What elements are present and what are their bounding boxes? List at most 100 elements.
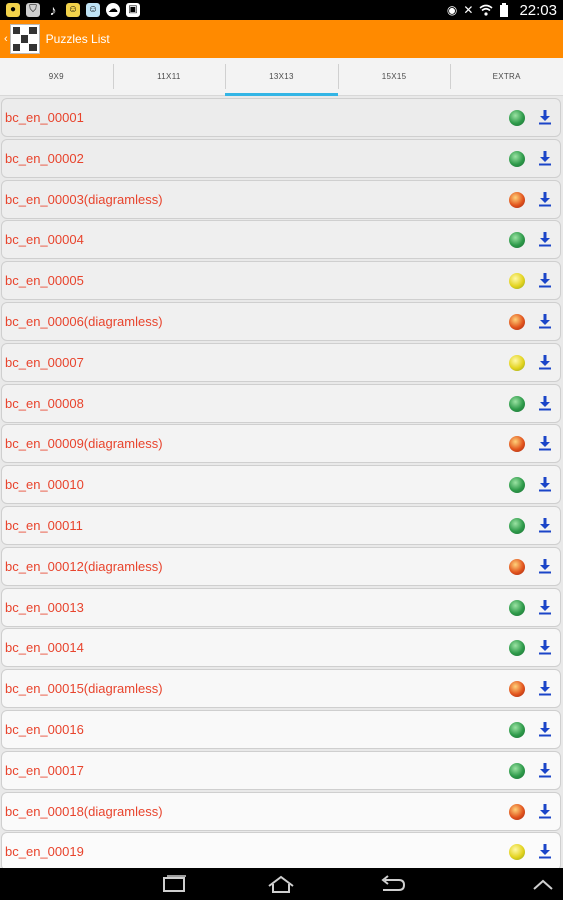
app-logo-icon[interactable] — [9, 24, 40, 54]
puzzle-name: bc_en_00007 — [5, 354, 84, 370]
download-icon[interactable] — [538, 109, 552, 125]
puzzle-name: bc_en_00015(diagramless) — [5, 681, 163, 697]
tab-label: EXTRA — [492, 72, 521, 81]
list-item[interactable]: bc_en_00008 — [1, 383, 561, 423]
status-bar: ● ⛉ ♪ ☺ ☺ ☁ ▣ ◉ ✕ 22:03 — [0, 0, 563, 20]
status-red-icon — [509, 314, 525, 330]
puzzle-name: bc_en_00008 — [5, 395, 84, 411]
list-item[interactable]: bc_en_00010 — [1, 465, 561, 505]
puzzle-name: bc_en_00010 — [5, 477, 84, 493]
download-icon[interactable] — [538, 476, 552, 492]
tab-label: 11X11 — [157, 72, 181, 81]
tab-extra[interactable]: EXTRA — [450, 58, 563, 95]
face-icon: ☺ — [66, 3, 80, 17]
list-item[interactable]: bc_en_00003(diagramless) — [1, 179, 561, 219]
download-icon[interactable] — [538, 395, 552, 411]
status-red-icon — [509, 803, 525, 820]
status-green-icon — [509, 110, 525, 126]
tab-label: 15X15 — [381, 72, 407, 81]
download-icon[interactable] — [538, 843, 552, 859]
mute-icon: ✕ — [463, 3, 474, 17]
download-icon[interactable] — [538, 435, 552, 451]
status-bar-right: ◉ ✕ 22:03 — [441, 2, 563, 19]
status-green-icon — [509, 395, 525, 412]
chevron-up-icon[interactable] — [528, 874, 558, 894]
list-item[interactable]: bc_en_00001 — [1, 98, 561, 137]
tab-label: 9X9 — [48, 72, 64, 81]
status-green-icon — [509, 762, 525, 779]
puzzle-name: bc_en_00019 — [5, 844, 84, 860]
download-icon[interactable] — [538, 558, 552, 574]
download-icon[interactable] — [538, 639, 552, 655]
status-red-icon — [509, 191, 525, 208]
list-item[interactable]: bc_en_00006(diagramless) — [1, 302, 561, 341]
list-item[interactable]: bc_en_00013 — [1, 587, 561, 627]
status-red-icon — [509, 436, 525, 453]
list-item[interactable]: bc_en_00007 — [1, 342, 561, 382]
puzzle-name: bc_en_00018(diagramless) — [5, 803, 163, 819]
status-green-icon — [509, 150, 525, 167]
download-icon[interactable] — [538, 191, 552, 207]
list-item[interactable]: bc_en_00004 — [1, 220, 561, 260]
list-item[interactable]: bc_en_00012(diagramless) — [1, 546, 561, 586]
list-item[interactable]: bc_en_00017 — [1, 750, 561, 790]
shield-icon: ⛉ — [26, 3, 40, 17]
list-item[interactable]: bc_en_00005 — [1, 261, 561, 301]
puzzle-name: bc_en_00013 — [5, 599, 84, 615]
bag-icon: ▣ — [126, 3, 140, 17]
list-item[interactable]: bc_en_00019 — [1, 832, 561, 868]
download-icon[interactable] — [538, 680, 552, 696]
list-item[interactable]: bc_en_00002 — [1, 138, 561, 178]
download-icon[interactable] — [538, 272, 552, 288]
puzzle-name: bc_en_00017 — [5, 762, 84, 778]
download-icon[interactable] — [538, 517, 552, 533]
list-item[interactable]: bc_en_00016 — [1, 710, 561, 749]
status-green-icon — [509, 640, 525, 657]
recent-apps-icon[interactable] — [159, 874, 189, 894]
face-icon: ☺ — [86, 3, 100, 17]
battery-icon — [500, 3, 509, 17]
puzzle-name: bc_en_00012(diagramless) — [5, 558, 163, 574]
puzzle-name: bc_en_00004 — [5, 232, 84, 248]
puzzle-name: bc_en_00006(diagramless) — [5, 314, 163, 329]
action-bar: ‹ Puzzles List — [0, 20, 563, 58]
up-navigation-icon[interactable]: ‹ — [4, 33, 8, 45]
puzzle-name: bc_en_00009(diagramless) — [5, 436, 163, 452]
music-icon: ♪ — [49, 2, 57, 18]
tab-9x9[interactable]: 9X9 — [0, 58, 113, 95]
download-icon[interactable] — [538, 313, 552, 329]
puzzle-name: bc_en_00002 — [5, 150, 84, 166]
download-icon[interactable] — [538, 599, 552, 615]
status-yellow-icon — [509, 354, 525, 371]
back-icon[interactable] — [377, 874, 407, 894]
download-icon[interactable] — [538, 231, 552, 247]
list-item[interactable]: bc_en_00011 — [1, 506, 561, 545]
puzzle-list[interactable]: bc_en_00001 bc_en_00002 bc_en_00003(diagra… — [0, 96, 563, 868]
status-yellow-icon — [509, 273, 525, 290]
download-icon[interactable] — [538, 150, 552, 166]
download-icon[interactable] — [538, 354, 552, 370]
tab-11x11[interactable]: 11X11 — [112, 58, 226, 95]
tab-label: 13X13 — [269, 72, 294, 81]
puzzle-name: bc_en_00003(diagramless) — [5, 191, 163, 207]
puzzle-name: bc_en_00005 — [5, 273, 84, 289]
status-bar-left: ● ⛉ ♪ ☺ ☺ ☁ ▣ — [0, 3, 146, 17]
download-icon[interactable] — [538, 721, 552, 737]
tab-13x13[interactable]: 13X13 — [225, 58, 338, 96]
tab-15x15[interactable]: 15X15 — [337, 58, 451, 95]
status-green-icon — [509, 722, 525, 738]
list-item[interactable]: bc_en_00015(diagramless) — [1, 669, 561, 709]
list-item[interactable]: bc_en_00018(diagramless) — [1, 791, 561, 831]
eye-icon: ◉ — [446, 3, 458, 17]
home-icon[interactable] — [266, 874, 296, 894]
download-icon[interactable] — [538, 803, 552, 819]
navigation-bar — [0, 868, 563, 900]
notification-icon: ● — [6, 3, 20, 17]
list-item[interactable]: bc_en_00009(diagramless) — [1, 424, 561, 464]
download-icon[interactable] — [538, 762, 552, 778]
puzzle-name: bc_en_00011 — [5, 518, 83, 533]
status-yellow-icon — [509, 844, 525, 861]
status-green-icon — [509, 599, 525, 616]
list-item[interactable]: bc_en_00014 — [1, 628, 561, 668]
puzzle-name: bc_en_00014 — [5, 640, 84, 656]
